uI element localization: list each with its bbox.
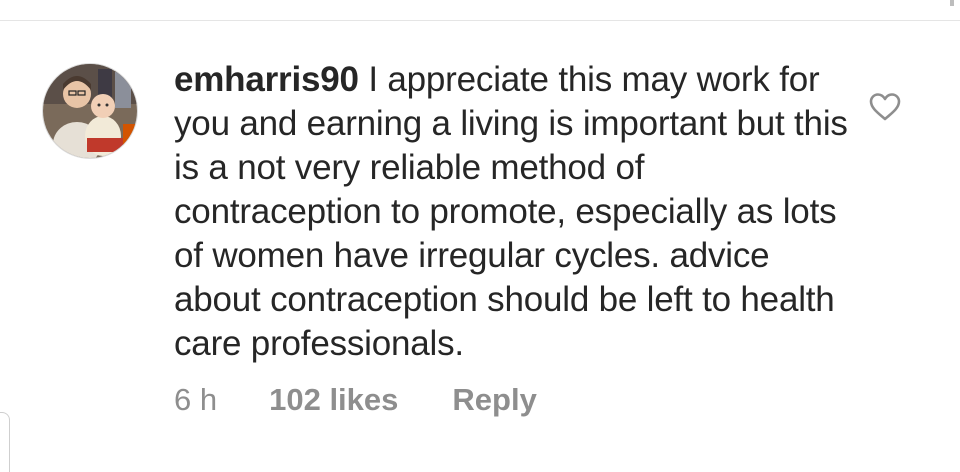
comment-text: I appreciate this may work for you and e… — [174, 60, 848, 363]
comment-meta: 6 h 102 likes Reply — [174, 380, 537, 420]
avatar-photo-icon — [43, 64, 137, 158]
reply-button[interactable]: Reply — [452, 382, 536, 418]
scroll-edge-marker — [950, 0, 954, 6]
top-divider — [0, 20, 960, 21]
panel-edge — [0, 412, 10, 472]
comment-body: emharris90 I appreciate this may work fo… — [174, 58, 854, 366]
avatar[interactable] — [42, 63, 138, 159]
comment-timestamp: 6 h — [174, 382, 218, 417]
heart-icon[interactable] — [868, 92, 902, 122]
likes-count-link[interactable]: 102 likes — [269, 382, 398, 418]
comment-view: emharris90 I appreciate this may work fo… — [0, 0, 960, 472]
comment-username[interactable]: emharris90 — [174, 60, 359, 99]
